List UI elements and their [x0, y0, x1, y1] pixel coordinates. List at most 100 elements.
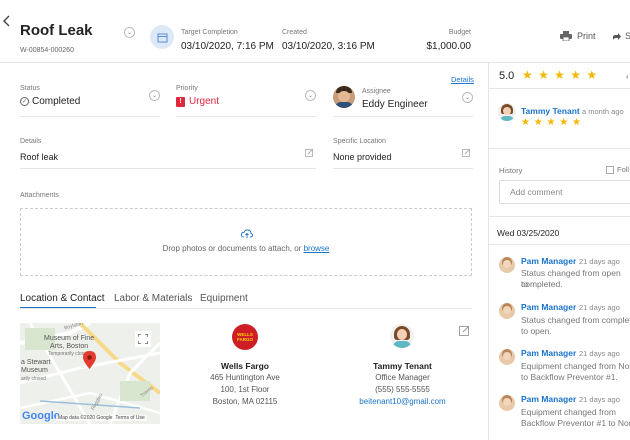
activity-avatar [499, 303, 515, 319]
activity-time: 21 days ago [579, 303, 620, 312]
work-order-id: W-00854-000260 [20, 47, 74, 54]
wells-fargo-logo: WELLS FARGO [232, 324, 258, 350]
browse-link[interactable]: browse [304, 244, 330, 253]
tab-labor-materials[interactable]: Labor & Materials [114, 293, 192, 304]
activity-avatar [499, 395, 515, 411]
status-chevron-icon[interactable]: ⌄ [149, 90, 160, 101]
google-logo: Google [22, 410, 60, 422]
activity-time: 21 days ago [579, 257, 620, 266]
details-label: Details [20, 138, 42, 145]
company-address-3: Boston, MA 02115 [212, 397, 278, 406]
contact-email[interactable]: beitenant10@gmail.com [350, 396, 455, 408]
contact-avatar [390, 324, 414, 348]
location-map[interactable]: Museum of Fine Arts, Boston Temporarily … [20, 323, 160, 424]
follow-label: Foll [617, 165, 630, 174]
assignee-label: Assignee [362, 88, 391, 95]
add-comment-input[interactable]: Add comment [499, 180, 630, 204]
print-label: Print [577, 31, 596, 41]
status-field[interactable]: ✓ Completed [20, 96, 80, 107]
specific-location-label: Specific Location [333, 138, 386, 145]
details-underline [20, 168, 316, 169]
share-label: S [625, 31, 630, 41]
map-label-arts-boston: Arts, Boston [50, 343, 89, 350]
activity-text-line-2: Backflow Preventor #1 to None. [521, 418, 630, 428]
assignee-value[interactable]: Eddy Engineer [362, 99, 428, 110]
reviewer-name[interactable]: Tammy Tenant [521, 106, 580, 116]
rating-menu-chevron-icon[interactable]: ‹ [626, 72, 629, 81]
history-label: History [499, 166, 523, 175]
details-edit-icon[interactable] [305, 148, 314, 159]
add-comment-placeholder: Add comment [510, 187, 563, 197]
calendar-icon [150, 25, 174, 49]
map-pin-icon [83, 351, 96, 371]
contact-role: Office Manager [375, 373, 430, 382]
history-date: Wed 03/25/2020 [497, 228, 560, 238]
follow-checkbox[interactable]: Foll [606, 165, 629, 174]
contact-edit-icon[interactable] [459, 325, 470, 338]
tabs-divider [20, 308, 472, 309]
priority-field[interactable]: ! Urgent [176, 96, 219, 107]
company-name: Wells Fargo [220, 361, 270, 371]
budget-label: Budget [448, 29, 471, 36]
activity-text-line-2: completed. [521, 279, 563, 289]
created-value: 03/10/2020, 3:16 PM [282, 41, 375, 52]
printer-icon [560, 31, 572, 41]
target-completion-label: Target Completion [181, 29, 238, 36]
right-panel-divider [488, 62, 489, 440]
tab-location-contact[interactable]: Location & Contact [20, 293, 105, 304]
review-stars: ★ ★ ★ ★ ★ [521, 117, 582, 128]
details-value[interactable]: Roof leak [20, 152, 58, 162]
title-menu-chevron-icon[interactable]: ⌄ [124, 27, 135, 38]
activity-name[interactable]: Pam Manager [521, 348, 576, 358]
activity-time: 21 days ago [579, 349, 620, 358]
activity-name[interactable]: Pam Manager [521, 302, 576, 312]
location-edit-icon[interactable] [462, 148, 471, 159]
map-label-museum-2: Museum [21, 367, 48, 374]
review-divider [489, 148, 630, 149]
urgent-badge-icon: ! [176, 96, 185, 107]
assignee-chevron-icon[interactable]: ⌄ [462, 92, 473, 103]
rating-divider [489, 88, 630, 89]
map-label-stewart: a Stewart [21, 359, 51, 366]
attachments-label: Attachments [20, 192, 59, 199]
cloud-upload-icon [240, 229, 254, 241]
contact-name: Tammy Tenant [373, 361, 432, 371]
contact-phone: (555) 555-5555 [375, 385, 430, 394]
check-circle-icon: ✓ [20, 97, 29, 106]
header-divider [0, 62, 630, 63]
activity-name[interactable]: Pam Manager [521, 256, 576, 266]
priority-underline [176, 116, 316, 117]
drop-text: Drop photos or documents to attach, or [162, 244, 304, 253]
map-label-arily-closed: arily closed [21, 376, 47, 382]
rating-stars: ★ ★ ★ ★ ★ [522, 68, 599, 82]
share-button[interactable]: S [612, 31, 630, 41]
map-attribution: Map data ©2020 Google [58, 415, 113, 421]
status-underline [20, 116, 160, 117]
company-address-2: 100, 1st Floor [220, 385, 270, 394]
print-button[interactable]: Print [560, 31, 596, 41]
activity-text-line-2: to open. [521, 326, 552, 336]
activity-text-line-1: Status changed from completed [521, 315, 630, 325]
specific-location-value[interactable]: None provided [333, 152, 392, 162]
back-arrow-icon[interactable] [3, 15, 11, 27]
reviewer-avatar [498, 103, 516, 121]
logo-line-2: FARGO [236, 337, 253, 342]
budget-value: $1,000.00 [426, 41, 472, 52]
status-label: Status [20, 85, 40, 92]
map-terms-link[interactable]: Terms of Use [115, 415, 144, 421]
comment-divider [489, 216, 630, 217]
activity-name[interactable]: Pam Manager [521, 394, 576, 404]
review-time: a month ago [582, 107, 624, 116]
activity-text-line-1: Equipment changed from [521, 407, 616, 417]
tab-equipment[interactable]: Equipment [200, 293, 248, 304]
activity-time: 21 days ago [579, 395, 620, 404]
priority-chevron-icon[interactable]: ⌄ [305, 90, 316, 101]
location-underline [333, 168, 473, 169]
share-arrow-icon [613, 32, 621, 40]
priority-value: Urgent [189, 96, 220, 107]
assignee-avatar [333, 86, 355, 108]
details-link[interactable]: Details [451, 75, 474, 84]
assignee-underline [333, 116, 473, 117]
map-fullscreen-icon[interactable] [135, 331, 151, 347]
attachments-dropzone[interactable]: Drop photos or documents to attach, or b… [20, 208, 472, 276]
